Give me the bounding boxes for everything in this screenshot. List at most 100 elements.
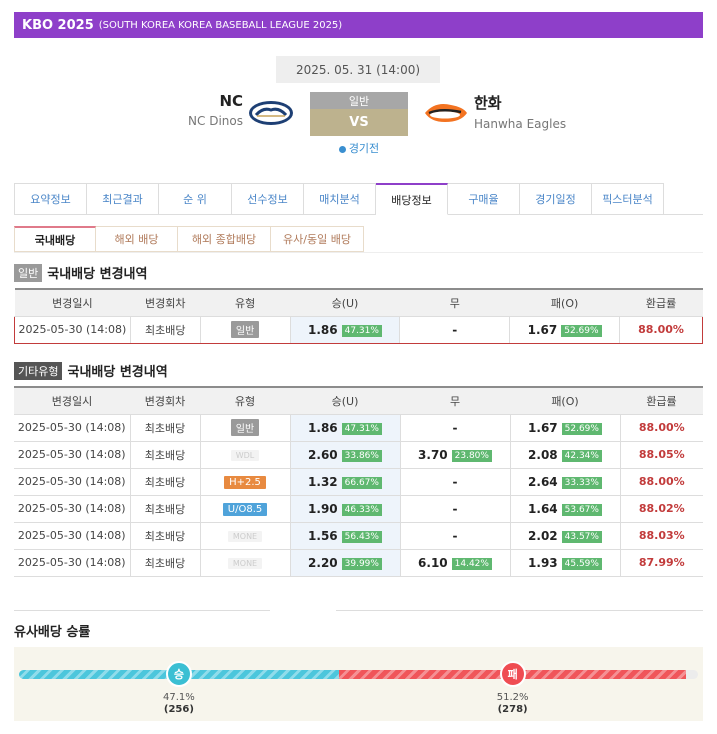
lose-rate-label: 51.2% (278) [483, 692, 543, 716]
table-row[interactable]: 2025-05-30 (14:08) 최초배당 H+2.5 1.32 66.67% - 2.… [14, 468, 703, 496]
win-pct: 56.43% [341, 530, 382, 543]
similar-odds-bar: 승 패 47.1% (256) 51.2% (278) [14, 647, 703, 721]
tab-schedule[interactable]: 경기일정 [520, 183, 592, 215]
draw-odds: - [452, 322, 458, 337]
lose-pct: 52.69% [561, 324, 602, 337]
odds-subtabs: 국내배당 해외 배당 해외 종합배당 유사/동일 배당 [14, 226, 364, 252]
column-header: 유형 [200, 386, 290, 415]
refund-rate: 88.03% [638, 529, 685, 542]
refund-rate: 88.05% [638, 448, 685, 461]
subtab-overseas-odds[interactable]: 해외 배당 [96, 226, 178, 252]
match-status-text: 경기전 [348, 142, 380, 155]
odds-type-badge: U/O8.5 [222, 502, 268, 516]
column-header: 패(O) [510, 386, 620, 415]
win-odds-cell: 1.86 47.31% [290, 414, 401, 442]
draw-pct: 14.42% [451, 557, 492, 570]
lose-odds-cell: 1.93 45.59% [510, 549, 621, 577]
odds-type-badge: 일반 [230, 419, 260, 436]
change-time: 2025-05-30 (14:08) [14, 549, 131, 577]
home-team[interactable]: NC NC Dinos [188, 92, 243, 128]
main-tabs: 요약정보 최근결과 순 위 선수정보 매치분석 배당정보 구매율 경기일정 픽스… [14, 183, 703, 215]
lose-pct: 53.67% [561, 503, 602, 516]
table-row[interactable]: 2025-05-30 (14:08) 최초배당 일반 1.86 47.31% - 1.67 5… [14, 414, 703, 442]
refund-cell: 88.00% [620, 468, 703, 496]
win-pct: 46.33% [341, 503, 382, 516]
tab-pickster[interactable]: 픽스터분석 [592, 183, 664, 215]
win-odds: 1.56 [308, 528, 338, 543]
table-row[interactable]: 2025-05-30 (14:08) 최초배당 MONE 1.56 56.43% - 2.0… [14, 522, 703, 550]
subtab-similar-odds[interactable]: 유사/동일 배당 [271, 226, 364, 252]
lose-marker[interactable]: 패 [499, 661, 526, 687]
away-team-name: Hanwha Eagles [474, 117, 567, 131]
column-header: 변경회차 [130, 288, 201, 317]
refund-cell: 87.99% [620, 549, 703, 577]
table-row[interactable]: 2025-05-30 (14:08) 최초배당 일반 1.86 47.31% - 1.67 5… [14, 315, 703, 344]
section-title-text: 국내배당 변경내역 [67, 365, 168, 380]
lose-rate-count: (278) [497, 704, 528, 715]
win-odds-cell: 1.32 66.67% [290, 468, 401, 496]
odds-type-cell: MONE [200, 549, 291, 577]
subtab-domestic-odds[interactable]: 국내배당 [14, 226, 96, 252]
column-header: 환급률 [619, 288, 703, 317]
away-team[interactable]: 한화 Hanwha Eagles [474, 92, 566, 131]
table-row[interactable]: 2025-05-30 (14:08) 최초배당 WDL 2.60 33.86% 3.70 2… [14, 441, 703, 469]
match-type: 일반 [310, 92, 408, 109]
lose-odds: 1.64 [528, 501, 558, 516]
lose-pct: 45.59% [561, 557, 602, 570]
change-round: 최초배당 [130, 414, 201, 442]
subtab-overseas-combined[interactable]: 해외 종합배당 [178, 226, 271, 252]
refund-cell: 88.00% [620, 414, 703, 442]
win-pct: 66.67% [341, 476, 382, 489]
tab-standings[interactable]: 순 위 [159, 183, 232, 215]
change-time: 2025-05-30 (14:08) [14, 441, 131, 469]
win-pct: 47.31% [341, 324, 382, 337]
tab-summary[interactable]: 요약정보 [14, 183, 87, 215]
odds-type-badge: H+2.5 [224, 475, 266, 489]
win-pct: 33.86% [341, 449, 382, 462]
lose-odds-cell: 1.67 52.69% [510, 414, 621, 442]
draw-odds: - [452, 474, 458, 489]
tab-match-analysis[interactable]: 매치분석 [304, 183, 376, 215]
change-round: 최초배당 [130, 468, 201, 496]
home-team-name: NC Dinos [188, 114, 243, 128]
win-odds-cell: 1.86 47.31% [290, 315, 401, 344]
league-subtitle: (SOUTH KOREA KOREA BASEBALL LEAGUE 2025) [98, 19, 343, 31]
change-round: 최초배당 [130, 522, 201, 550]
column-header: 무 [399, 288, 510, 317]
table-header-row: 변경일시 변경회차 유형 승(U) 무 패(O) 환급률 [14, 288, 703, 317]
league-header: KBO 2025 (SOUTH KOREA KOREA BASEBALL LEA… [14, 12, 703, 38]
win-pct: 47.31% [341, 422, 382, 435]
table-header-row: 변경일시 변경회차 유형 승(U) 무 패(O) 환급률 [14, 386, 703, 415]
section-title-other: 기타유형 국내배당 변경내역 [14, 361, 168, 380]
draw-odds: 3.70 [418, 447, 448, 462]
table-row[interactable]: 2025-05-30 (14:08) 최초배당 U/O8.5 1.90 46.33% - 1… [14, 495, 703, 523]
odds-type-cell: 일반 [200, 315, 291, 344]
tab-purchase-rate[interactable]: 구매율 [448, 183, 520, 215]
refund-cell: 88.03% [620, 522, 703, 550]
win-odds-cell: 1.90 46.33% [290, 495, 401, 523]
dinos-logo-icon [249, 101, 293, 125]
win-marker[interactable]: 승 [165, 661, 192, 687]
lose-odds: 1.93 [528, 555, 558, 570]
lose-odds-cell: 1.64 53.67% [510, 495, 621, 523]
change-round: 최초배당 [130, 441, 201, 469]
status-dot-icon [338, 145, 346, 153]
table-row[interactable]: 2025-05-30 (14:08) 최초배당 MONE 2.20 39.99% 6.10… [14, 549, 703, 577]
win-odds-cell: 2.60 33.86% [290, 441, 401, 469]
change-round: 최초배당 [130, 495, 201, 523]
draw-odds-cell: - [400, 495, 511, 523]
tab-players[interactable]: 선수정보 [232, 183, 304, 215]
refund-cell: 88.00% [619, 315, 703, 344]
league-name: KBO 2025 [22, 17, 94, 33]
other-odds-table: 변경일시 변경회차 유형 승(U) 무 패(O) 환급률 2025-05-30 (14:08… [14, 386, 703, 577]
draw-odds-cell: - [400, 522, 511, 550]
refund-rate: 88.00% [638, 421, 685, 434]
change-round: 최초배당 [130, 549, 201, 577]
win-rate-pct: 47.1% [163, 692, 195, 703]
column-header: 변경일시 [14, 386, 130, 415]
tab-recent-results[interactable]: 최근결과 [87, 183, 159, 215]
draw-odds-cell: - [399, 315, 511, 344]
eagles-logo-icon [425, 104, 467, 122]
tab-odds[interactable]: 배당정보 [376, 183, 448, 215]
away-team-abbr: 한화 [474, 94, 502, 112]
